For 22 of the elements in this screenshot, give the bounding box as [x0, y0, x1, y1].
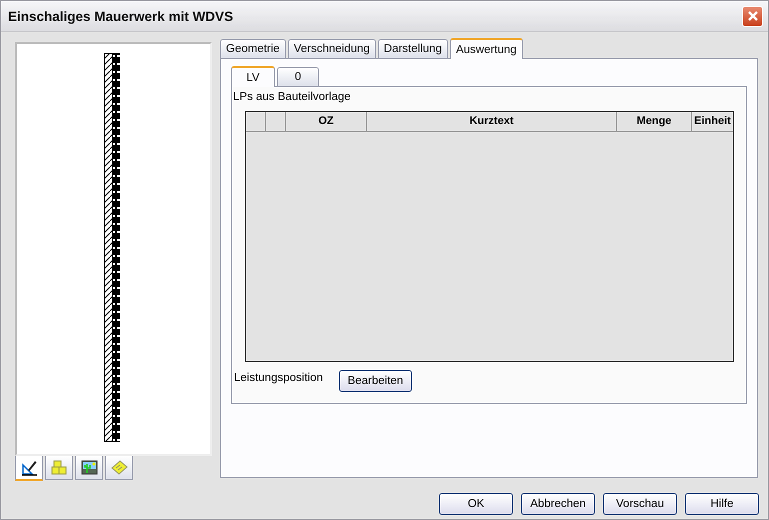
landscape-icon: [80, 459, 98, 476]
cancel-button[interactable]: Abbrechen: [521, 493, 595, 515]
ok-button[interactable]: OK: [439, 493, 513, 515]
edit-button[interactable]: Bearbeiten: [338, 370, 412, 392]
view-tab[interactable]: [75, 456, 103, 480]
tab[interactable]: Auswertung: [450, 38, 523, 59]
close-button[interactable]: [742, 6, 763, 26]
group-label: LPs aus Bauteilvorlage: [233, 91, 352, 105]
drafting-tool-icon: [20, 459, 38, 476]
tab[interactable]: LV: [231, 66, 275, 87]
close-icon: [746, 10, 758, 22]
tab[interactable]: Verschneidung: [288, 39, 376, 58]
blocks-icon: [50, 459, 68, 476]
preview-button[interactable]: Vorschau: [603, 493, 677, 515]
help-button[interactable]: Hilfe: [685, 493, 759, 515]
window-title: Einschaliges Mauerwerk mit WDVS: [8, 8, 234, 24]
tab[interactable]: Geometrie: [220, 39, 286, 58]
note-icon: [110, 459, 128, 476]
tab[interactable]: Darstellung: [378, 39, 448, 58]
tab[interactable]: 0: [277, 67, 319, 86]
field-label: Leistungsposition: [234, 372, 323, 384]
view-tab[interactable]: [15, 456, 43, 481]
